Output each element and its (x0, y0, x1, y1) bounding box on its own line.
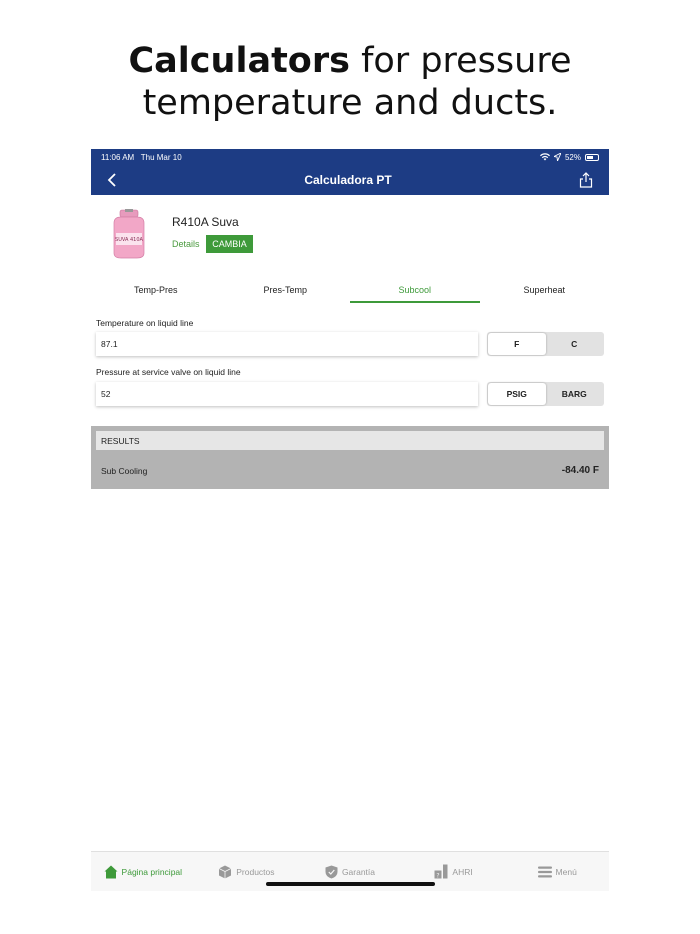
status-date: Thu Mar 10 (140, 152, 182, 162)
cylinder-label: SUVA 410A (115, 237, 143, 243)
tabbar-label-products: Productos (236, 866, 275, 877)
battery-percent: 52% (564, 152, 581, 162)
wifi-icon (539, 153, 550, 161)
ahri-icon: ? (434, 864, 448, 879)
tabbar-label-warranty: Garantía (341, 866, 376, 877)
status-time: 11:06 AM (101, 152, 135, 162)
pressure-unit-selector: PSIG BARG (487, 382, 604, 406)
refrigerant-cylinder-icon: SUVA 410A (113, 209, 145, 259)
status-right: 52% (539, 152, 599, 162)
headline: Calculators for pressure temperature and… (0, 40, 700, 124)
location-icon (553, 153, 561, 161)
product-name: R410A Suva (172, 215, 239, 229)
tab-pres-temp[interactable]: Pres-Temp (221, 281, 351, 303)
headline-line2: temperature and ducts. (142, 83, 558, 123)
headline-bold: Calculators (128, 41, 350, 81)
status-bar: 11:06 AM Thu Mar 10 52% (91, 149, 609, 165)
pressure-label: Pressure at service valve on liquid line (96, 367, 241, 377)
status-left: 11:06 AM Thu Mar 10 (101, 153, 182, 162)
tabbar-label-home: Página principal (121, 866, 183, 877)
calculator-tabs: Temp-Pres Pres-Temp Subcool Superheat (91, 281, 609, 303)
subcooling-value: -84.40 F (561, 465, 599, 476)
results-header: RESULTS (96, 431, 604, 450)
headline-line1: Calculators for pressure (0, 40, 700, 82)
product-header: SUVA 410A R410A Suva Details CAMBIA (91, 209, 609, 269)
temperature-label: Temperature on liquid line (96, 318, 194, 328)
tab-subcool[interactable]: Subcool (350, 281, 480, 303)
nav-bar: Calculadora PT (91, 165, 609, 195)
tabbar-item-menu[interactable]: Menú (505, 852, 609, 891)
home-icon (104, 865, 118, 878)
share-icon[interactable] (579, 172, 593, 188)
change-product-button[interactable]: CAMBIA (206, 235, 253, 253)
details-link[interactable]: Details (172, 239, 200, 249)
back-chevron-icon[interactable] (107, 173, 117, 187)
battery-icon (585, 153, 599, 161)
device-screen: 11:06 AM Thu Mar 10 52% Calculadora PT S… (91, 149, 609, 891)
tabbar-label-ahri: AHRI (452, 866, 473, 877)
subcooling-label: Sub Cooling (101, 466, 148, 476)
headline-rest: for pressure (349, 41, 572, 81)
temperature-input[interactable]: 87.1 (96, 332, 478, 356)
results-panel: RESULTS Sub Cooling -84.40 F (91, 426, 609, 489)
pressure-input[interactable]: 52 (96, 382, 478, 406)
nav-title: Calculadora PT (304, 173, 392, 187)
unit-f-option[interactable]: F (488, 333, 546, 355)
menu-icon (537, 866, 552, 877)
tabbar-label-menu: Menú (555, 866, 577, 877)
tabbar-item-home[interactable]: Página principal (91, 852, 195, 891)
unit-c-option[interactable]: C (546, 333, 604, 355)
temperature-unit-selector: F C (487, 332, 604, 356)
shield-icon (325, 865, 338, 878)
svg-text:?: ? (437, 872, 440, 879)
tab-temp-pres[interactable]: Temp-Pres (91, 281, 221, 303)
box-icon (219, 865, 232, 878)
unit-barg-option[interactable]: BARG (546, 383, 604, 405)
tab-superheat[interactable]: Superheat (480, 281, 610, 303)
home-indicator[interactable] (266, 882, 435, 886)
unit-psig-option[interactable]: PSIG (488, 383, 546, 405)
